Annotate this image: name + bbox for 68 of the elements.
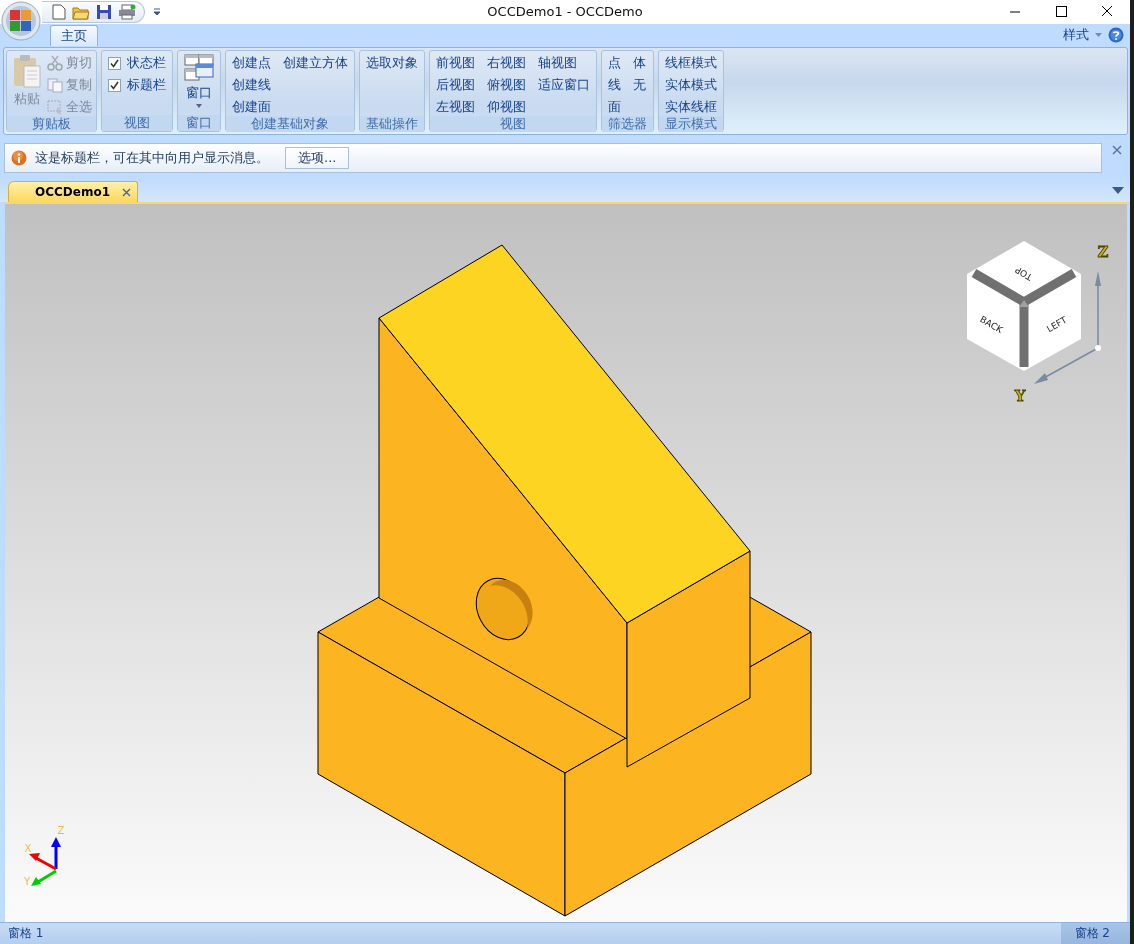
ribbon-button[interactable]: 无 (631, 76, 648, 94)
axis-label: Y (1014, 387, 1026, 405)
ribbon-button[interactable]: 实体模式 (663, 76, 719, 94)
options-button[interactable]: 选项... (285, 147, 350, 169)
checkbox[interactable] (108, 56, 121, 70)
group-label: 创建基础对象 (226, 116, 354, 132)
style-menu[interactable]: 样式 (1063, 26, 1089, 44)
axis-label: Z (57, 825, 65, 836)
ribbon-button[interactable]: 实体线框 (663, 98, 719, 116)
ribbon-button[interactable]: 右视图 (485, 54, 528, 72)
tab-list-dropdown-icon[interactable] (1112, 186, 1124, 194)
group-label: 视图 (102, 115, 172, 131)
caret-icon (196, 104, 202, 108)
status-pane: 窗格 1 (7, 925, 45, 942)
axis-label: X (24, 843, 32, 854)
group-label: 视图 (430, 116, 596, 132)
axis-label: Z (1097, 243, 1109, 261)
clipboard-icon (13, 54, 41, 88)
window-dropdown-button[interactable]: 窗口 (182, 54, 216, 115)
customize-dropdown-icon[interactable] (153, 8, 161, 16)
ribbon-button[interactable]: 线框模式 (663, 54, 719, 72)
checkmark-icon (110, 58, 119, 68)
ribbon-button[interactable]: 体 (631, 54, 648, 72)
close-icon[interactable] (122, 187, 131, 197)
ribbon-button[interactable]: 仰视图 (485, 98, 528, 116)
ribbon-button[interactable]: 线 (606, 76, 623, 94)
group-label: 剪贴板 (7, 116, 96, 132)
ribbon-button[interactable]: 选取对象 (364, 54, 420, 72)
group-label: 显示模式 (659, 116, 723, 132)
checkbox[interactable] (108, 78, 121, 92)
axis-label: Y (23, 876, 31, 887)
axis-origin-icon (1095, 345, 1101, 351)
ribbon-button[interactable]: 适应窗口 (536, 76, 592, 94)
info-icon (11, 150, 27, 166)
copy-icon (47, 77, 63, 93)
ribbon-tab[interactable]: 主页 (50, 25, 98, 46)
group-label: 窗口 (178, 115, 220, 131)
ribbon-button[interactable]: 点 (606, 54, 623, 72)
view-cube-drawing[interactable] (967, 241, 1081, 371)
message-text: 这是标题栏，可在其中向用户显示消息。 (35, 149, 269, 167)
ribbon-button[interactable]: 左视图 (434, 98, 477, 116)
status-pane: 窗格 2 (1060, 923, 1130, 944)
printer-icon[interactable] (118, 4, 136, 20)
ribbon-button[interactable]: 创建点 (230, 54, 273, 72)
ribbon-button[interactable]: 前视图 (434, 54, 477, 72)
document-tab[interactable]: OCCDemo1 (8, 181, 138, 202)
checkmark-icon (110, 80, 119, 90)
checkbox-label[interactable]: 状态栏 (127, 54, 166, 72)
group-label: 筛选器 (602, 116, 653, 132)
ribbon-button[interactable]: 创建立方体 (281, 54, 350, 72)
ribbon-button[interactable]: 俯视图 (485, 76, 528, 94)
group-label: 基础操作 (360, 116, 424, 132)
checkbox-label[interactable]: 标题栏 (127, 76, 166, 94)
close-icon[interactable] (1112, 145, 1122, 155)
ribbon-button[interactable]: 后视图 (434, 76, 477, 94)
folder-icon[interactable] (72, 4, 90, 20)
app-menu-icon[interactable] (1, 1, 41, 41)
select-all-icon (47, 99, 63, 115)
window-title: OCCDemo1 - OCCDemo (487, 4, 643, 19)
windows-icon (184, 54, 214, 82)
scissors-icon (47, 55, 63, 71)
new-file-icon[interactable] (52, 4, 66, 20)
ribbon-button[interactable]: 创建面 (230, 98, 273, 116)
ribbon-button[interactable]: 轴视图 (536, 54, 592, 72)
ribbon-button[interactable]: 创建线 (230, 76, 273, 94)
cube-face-label: TOP (1013, 264, 1035, 283)
ribbon-button[interactable]: 面 (606, 98, 623, 116)
help-icon[interactable] (1108, 27, 1124, 43)
